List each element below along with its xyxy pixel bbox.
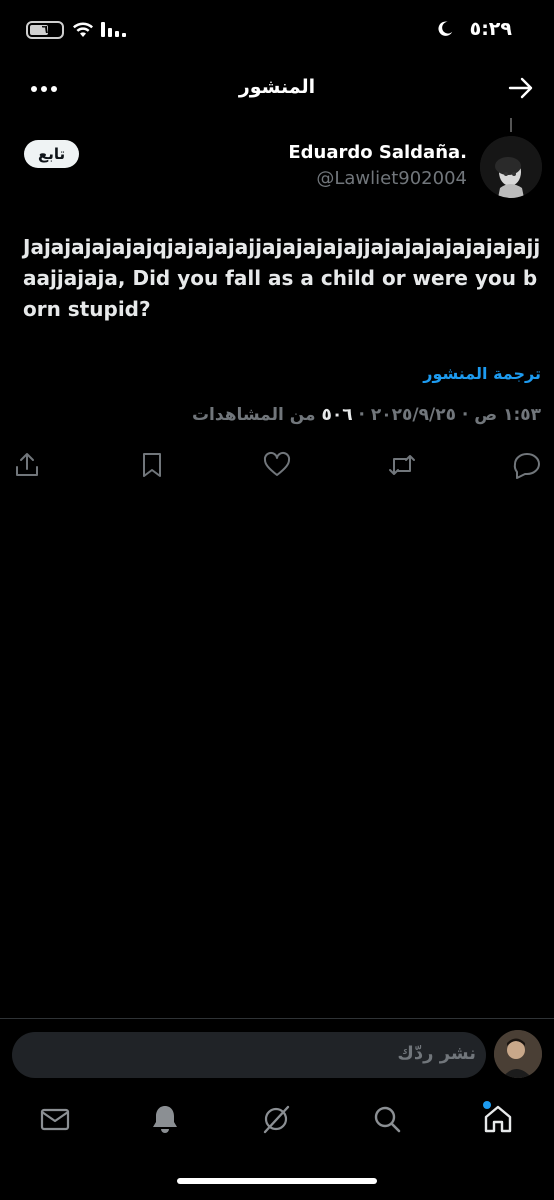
- back-arrow-icon[interactable]: [508, 75, 534, 101]
- share-icon[interactable]: [12, 450, 42, 480]
- views-count: ٥٠٦: [321, 405, 353, 425]
- thread-line: [510, 118, 512, 132]
- bottom-nav: [0, 1092, 554, 1162]
- wifi-icon: [73, 22, 93, 37]
- views-label: من المشاهدات: [191, 405, 316, 425]
- post-meta: ١:٥٣ ص · ٢٠٢٥/٩/٢٥ · ٥٠٦ من المشاهدات: [192, 405, 541, 425]
- bookmark-icon[interactable]: [137, 450, 167, 480]
- search-icon[interactable]: [370, 1102, 404, 1136]
- home-indicator[interactable]: [177, 1178, 377, 1184]
- battery-icon: ٦: [26, 21, 64, 39]
- signal-icon: [101, 22, 126, 37]
- post-actions: [0, 450, 554, 486]
- reply-divider: [0, 1018, 554, 1019]
- grok-icon[interactable]: [259, 1102, 293, 1136]
- avatar-image: [480, 136, 542, 198]
- author-avatar[interactable]: [480, 136, 542, 198]
- my-avatar-image: [494, 1030, 542, 1078]
- author-name[interactable]: Eduardo Saldaña.: [288, 142, 467, 163]
- repost-icon[interactable]: [387, 450, 417, 480]
- like-icon[interactable]: [262, 450, 292, 480]
- moon-icon: [438, 21, 453, 36]
- status-bar: ٦ ٥:٢٩: [0, 0, 554, 62]
- page-title: المنشور: [238, 76, 316, 98]
- author-handle[interactable]: @Lawliet902004: [316, 168, 467, 189]
- messages-icon[interactable]: [38, 1102, 72, 1136]
- my-avatar[interactable]: [494, 1030, 542, 1078]
- notifications-icon[interactable]: [148, 1102, 182, 1136]
- translate-post-link[interactable]: ترجمة المنشور: [423, 364, 541, 383]
- reply-placeholder: نشر ردّك: [397, 1043, 476, 1064]
- battery-level: ٦: [41, 23, 49, 36]
- home-notification-dot: [483, 1101, 491, 1109]
- reply-icon[interactable]: [512, 450, 542, 480]
- status-time: ٥:٢٩: [469, 18, 512, 40]
- post-text: Jajajajajajajqjajajajajjajajajajajjajaja…: [23, 235, 541, 321]
- follow-button[interactable]: تابع: [24, 140, 80, 168]
- post-timestamp: ١:٥٣ ص · ٢٠٢٥/٩/٢٥ ·: [358, 405, 541, 425]
